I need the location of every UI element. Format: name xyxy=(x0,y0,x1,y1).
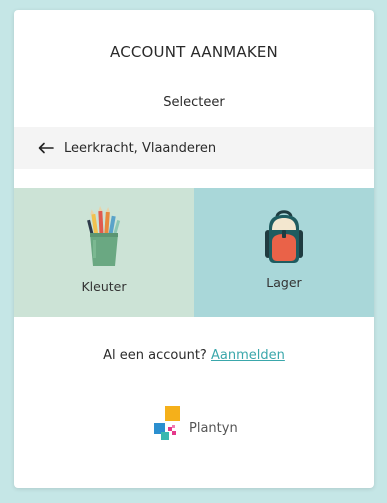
school-level-options: Kleuter Lager xyxy=(14,188,374,317)
option-kleuter-label: Kleuter xyxy=(81,279,127,294)
back-button[interactable]: Leerkracht, Vlaanderen xyxy=(14,127,374,169)
pencil-cup-icon xyxy=(87,206,121,266)
plantyn-logo-icon xyxy=(154,406,180,440)
back-button-label: Leerkracht, Vlaanderen xyxy=(64,140,217,156)
page-title: ACCOUNT AANMAKEN xyxy=(110,43,278,61)
signup-card: ACCOUNT AANMAKEN Selecteer Leerkracht, V… xyxy=(14,10,374,488)
brand-name: Plantyn xyxy=(189,420,238,436)
backpack-icon xyxy=(265,210,303,263)
option-kleuter[interactable]: Kleuter xyxy=(14,188,194,317)
option-lager[interactable]: Lager xyxy=(194,188,374,317)
page-subtitle: Selecteer xyxy=(163,95,225,110)
arrow-left-icon xyxy=(38,142,54,154)
brand: Plantyn xyxy=(153,406,238,442)
login-link[interactable]: Aanmelden xyxy=(211,348,285,363)
login-prompt: Al een account? Aanmelden xyxy=(14,348,374,363)
login-prompt-text: Al een account? xyxy=(103,348,207,363)
option-lager-label: Lager xyxy=(266,275,302,290)
